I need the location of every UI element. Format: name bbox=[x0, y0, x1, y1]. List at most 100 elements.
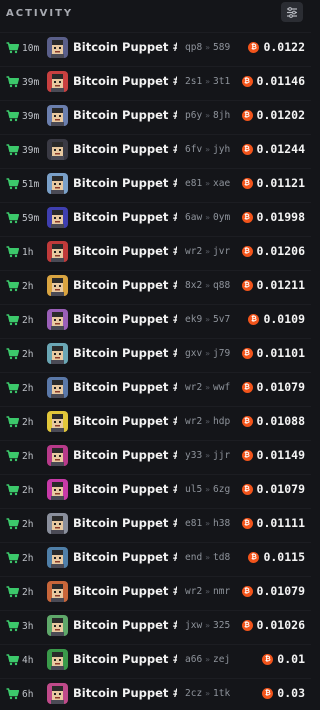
to-address[interactable]: 8jh bbox=[213, 110, 230, 121]
from-address[interactable]: 2s1 bbox=[185, 76, 202, 87]
activity-row[interactable]: 2h Bitcoin Puppet #8... ek9»5v7 ₿ 0.0109 bbox=[0, 304, 311, 336]
activity-row[interactable]: 6h Bitcoin Puppet #9... 2cz»1tk ₿ 0.03 bbox=[0, 678, 311, 710]
from-address[interactable]: 2cz bbox=[185, 688, 202, 699]
from-address[interactable]: e81 bbox=[185, 518, 202, 529]
nft-name[interactable]: Bitcoin Puppet #5... bbox=[73, 278, 177, 292]
to-address[interactable]: h38 bbox=[213, 518, 230, 529]
nft-name[interactable]: Bitcoin Puppet #9... bbox=[73, 584, 177, 598]
nft-thumbnail[interactable] bbox=[47, 411, 68, 432]
nft-name[interactable]: Bitcoin Puppet #6... bbox=[73, 380, 177, 394]
from-address[interactable]: wr2 bbox=[185, 416, 202, 427]
from-address[interactable]: ul5 bbox=[185, 484, 202, 495]
from-address[interactable]: wr2 bbox=[185, 382, 202, 393]
nft-thumbnail[interactable] bbox=[47, 615, 68, 636]
to-address[interactable]: zej bbox=[213, 654, 230, 665]
activity-row[interactable]: 2h Bitcoin Puppet #5... ul5»6zg ₿ 0.0107… bbox=[0, 474, 311, 506]
nft-name[interactable]: Bitcoin Puppet #9... bbox=[73, 686, 177, 700]
nft-thumbnail[interactable] bbox=[47, 241, 68, 262]
nft-thumbnail[interactable] bbox=[47, 479, 68, 500]
nft-thumbnail[interactable] bbox=[47, 71, 68, 92]
from-address[interactable]: y33 bbox=[185, 450, 202, 461]
nft-name[interactable]: Bitcoin Puppet #3... bbox=[73, 210, 177, 224]
from-address[interactable]: p6y bbox=[185, 110, 202, 121]
nft-name[interactable]: Bitcoin Puppet #9... bbox=[73, 40, 177, 54]
activity-row[interactable]: 2h Bitcoin Puppet #5... e81»h38 ₿ 0.0111… bbox=[0, 508, 311, 540]
activity-row[interactable]: 39m Bitcoin Puppet #6... 2s1»3t1 ₿ 0.011… bbox=[0, 66, 311, 98]
to-address[interactable]: jyh bbox=[213, 144, 230, 155]
from-address[interactable]: end bbox=[185, 552, 202, 563]
nft-name[interactable]: Bitcoin Puppet #2... bbox=[73, 244, 177, 258]
from-address[interactable]: e81 bbox=[185, 178, 202, 189]
to-address[interactable]: wwf bbox=[213, 382, 230, 393]
nft-thumbnail[interactable] bbox=[47, 445, 68, 466]
activity-row[interactable]: 2h Bitcoin Puppet #208 wr2»hdp ₿ 0.01088 bbox=[0, 406, 311, 438]
to-address[interactable]: 325 bbox=[213, 620, 230, 631]
to-address[interactable]: 3t1 bbox=[213, 76, 230, 87]
nft-name[interactable]: Bitcoin Puppet #8... bbox=[73, 312, 177, 326]
from-address[interactable]: a66 bbox=[185, 654, 202, 665]
nft-thumbnail[interactable] bbox=[47, 309, 68, 330]
activity-row[interactable]: 2h Bitcoin Puppet #7... y33»jjr ₿ 0.0114… bbox=[0, 440, 311, 472]
activity-row[interactable]: 4h Bitcoin Puppet #6... a66»zej ₿ 0.01 bbox=[0, 644, 311, 676]
to-address[interactable]: 5v7 bbox=[213, 314, 230, 325]
from-address[interactable]: wr2 bbox=[185, 586, 202, 597]
from-address[interactable]: qp8 bbox=[185, 42, 202, 53]
nft-thumbnail[interactable] bbox=[47, 105, 68, 126]
to-address[interactable]: 6zg bbox=[213, 484, 230, 495]
nft-thumbnail[interactable] bbox=[47, 275, 68, 296]
to-address[interactable]: nmr bbox=[213, 586, 230, 597]
to-address[interactable]: 0ym bbox=[213, 212, 230, 223]
from-address[interactable]: jxw bbox=[185, 620, 202, 631]
activity-row[interactable]: 39m Bitcoin Puppet #678 6fv»jyh ₿ 0.0124… bbox=[0, 134, 311, 166]
from-address[interactable]: 6aw bbox=[185, 212, 202, 223]
nft-thumbnail[interactable] bbox=[47, 649, 68, 670]
nft-name[interactable]: Bitcoin Puppet #6... bbox=[73, 74, 177, 88]
nft-name[interactable]: Bitcoin Puppet #7... bbox=[73, 448, 177, 462]
activity-row[interactable]: 2h Bitcoin Puppet #2... gxv»j79 ₿ 0.0110… bbox=[0, 338, 311, 370]
from-address[interactable]: 8x2 bbox=[185, 280, 202, 291]
activity-row[interactable]: 1h Bitcoin Puppet #2... wr2»jvr ₿ 0.0120… bbox=[0, 236, 311, 268]
nft-name[interactable]: Bitcoin Puppet #678 bbox=[73, 142, 177, 156]
nft-thumbnail[interactable] bbox=[47, 581, 68, 602]
nft-name[interactable]: Bitcoin Puppet #208 bbox=[73, 414, 177, 428]
from-address[interactable]: gxv bbox=[185, 348, 202, 359]
nft-thumbnail[interactable] bbox=[47, 547, 68, 568]
nft-name[interactable]: Bitcoin Puppet #4... bbox=[73, 108, 177, 122]
to-address[interactable]: 1tk bbox=[213, 688, 230, 699]
to-address[interactable]: jjr bbox=[213, 450, 230, 461]
activity-row[interactable]: 39m Bitcoin Puppet #4... p6y»8jh ₿ 0.012… bbox=[0, 100, 311, 132]
to-address[interactable]: hdp bbox=[213, 416, 230, 427]
nft-name[interactable]: Bitcoin Puppet #7... bbox=[73, 550, 177, 564]
to-address[interactable]: jvr bbox=[213, 246, 230, 257]
nft-name[interactable]: Bitcoin Puppet #9... bbox=[73, 176, 177, 190]
to-address[interactable]: xae bbox=[213, 178, 230, 189]
activity-row[interactable]: 2h Bitcoin Puppet #7... end»td8 ₿ 0.0115 bbox=[0, 542, 311, 574]
nft-thumbnail[interactable] bbox=[47, 513, 68, 534]
activity-row[interactable]: 59m Bitcoin Puppet #3... 6aw»0ym ₿ 0.019… bbox=[0, 202, 311, 234]
from-address[interactable]: ek9 bbox=[185, 314, 202, 325]
nft-thumbnail[interactable] bbox=[47, 377, 68, 398]
activity-row[interactable]: 10m Bitcoin Puppet #9... qp8»589 ₿ 0.012… bbox=[0, 32, 311, 64]
from-address[interactable]: 6fv bbox=[185, 144, 202, 155]
nft-name[interactable]: Bitcoin Puppet #1... bbox=[73, 618, 177, 632]
filter-button[interactable] bbox=[281, 2, 303, 22]
activity-row[interactable]: 3h Bitcoin Puppet #1... jxw»325 ₿ 0.0102… bbox=[0, 610, 311, 642]
nft-thumbnail[interactable] bbox=[47, 139, 68, 160]
to-address[interactable]: 589 bbox=[213, 42, 230, 53]
nft-name[interactable]: Bitcoin Puppet #2... bbox=[73, 346, 177, 360]
to-address[interactable]: td8 bbox=[213, 552, 230, 563]
nft-thumbnail[interactable] bbox=[47, 37, 68, 58]
from-address[interactable]: wr2 bbox=[185, 246, 202, 257]
nft-thumbnail[interactable] bbox=[47, 683, 68, 704]
activity-row[interactable]: 51m Bitcoin Puppet #9... e81»xae ₿ 0.011… bbox=[0, 168, 311, 200]
activity-row[interactable]: 2h Bitcoin Puppet #6... wr2»wwf ₿ 0.0107… bbox=[0, 372, 311, 404]
nft-name[interactable]: Bitcoin Puppet #5... bbox=[73, 516, 177, 530]
nft-name[interactable]: Bitcoin Puppet #5... bbox=[73, 482, 177, 496]
to-address[interactable]: q88 bbox=[213, 280, 230, 291]
nft-name[interactable]: Bitcoin Puppet #6... bbox=[73, 652, 177, 666]
activity-row[interactable]: 2h Bitcoin Puppet #9... wr2»nmr ₿ 0.0107… bbox=[0, 576, 311, 608]
activity-row[interactable]: 2h Bitcoin Puppet #5... 8x2»q88 ₿ 0.0121… bbox=[0, 270, 311, 302]
to-address[interactable]: j79 bbox=[213, 348, 230, 359]
nft-thumbnail[interactable] bbox=[47, 173, 68, 194]
nft-thumbnail[interactable] bbox=[47, 207, 68, 228]
